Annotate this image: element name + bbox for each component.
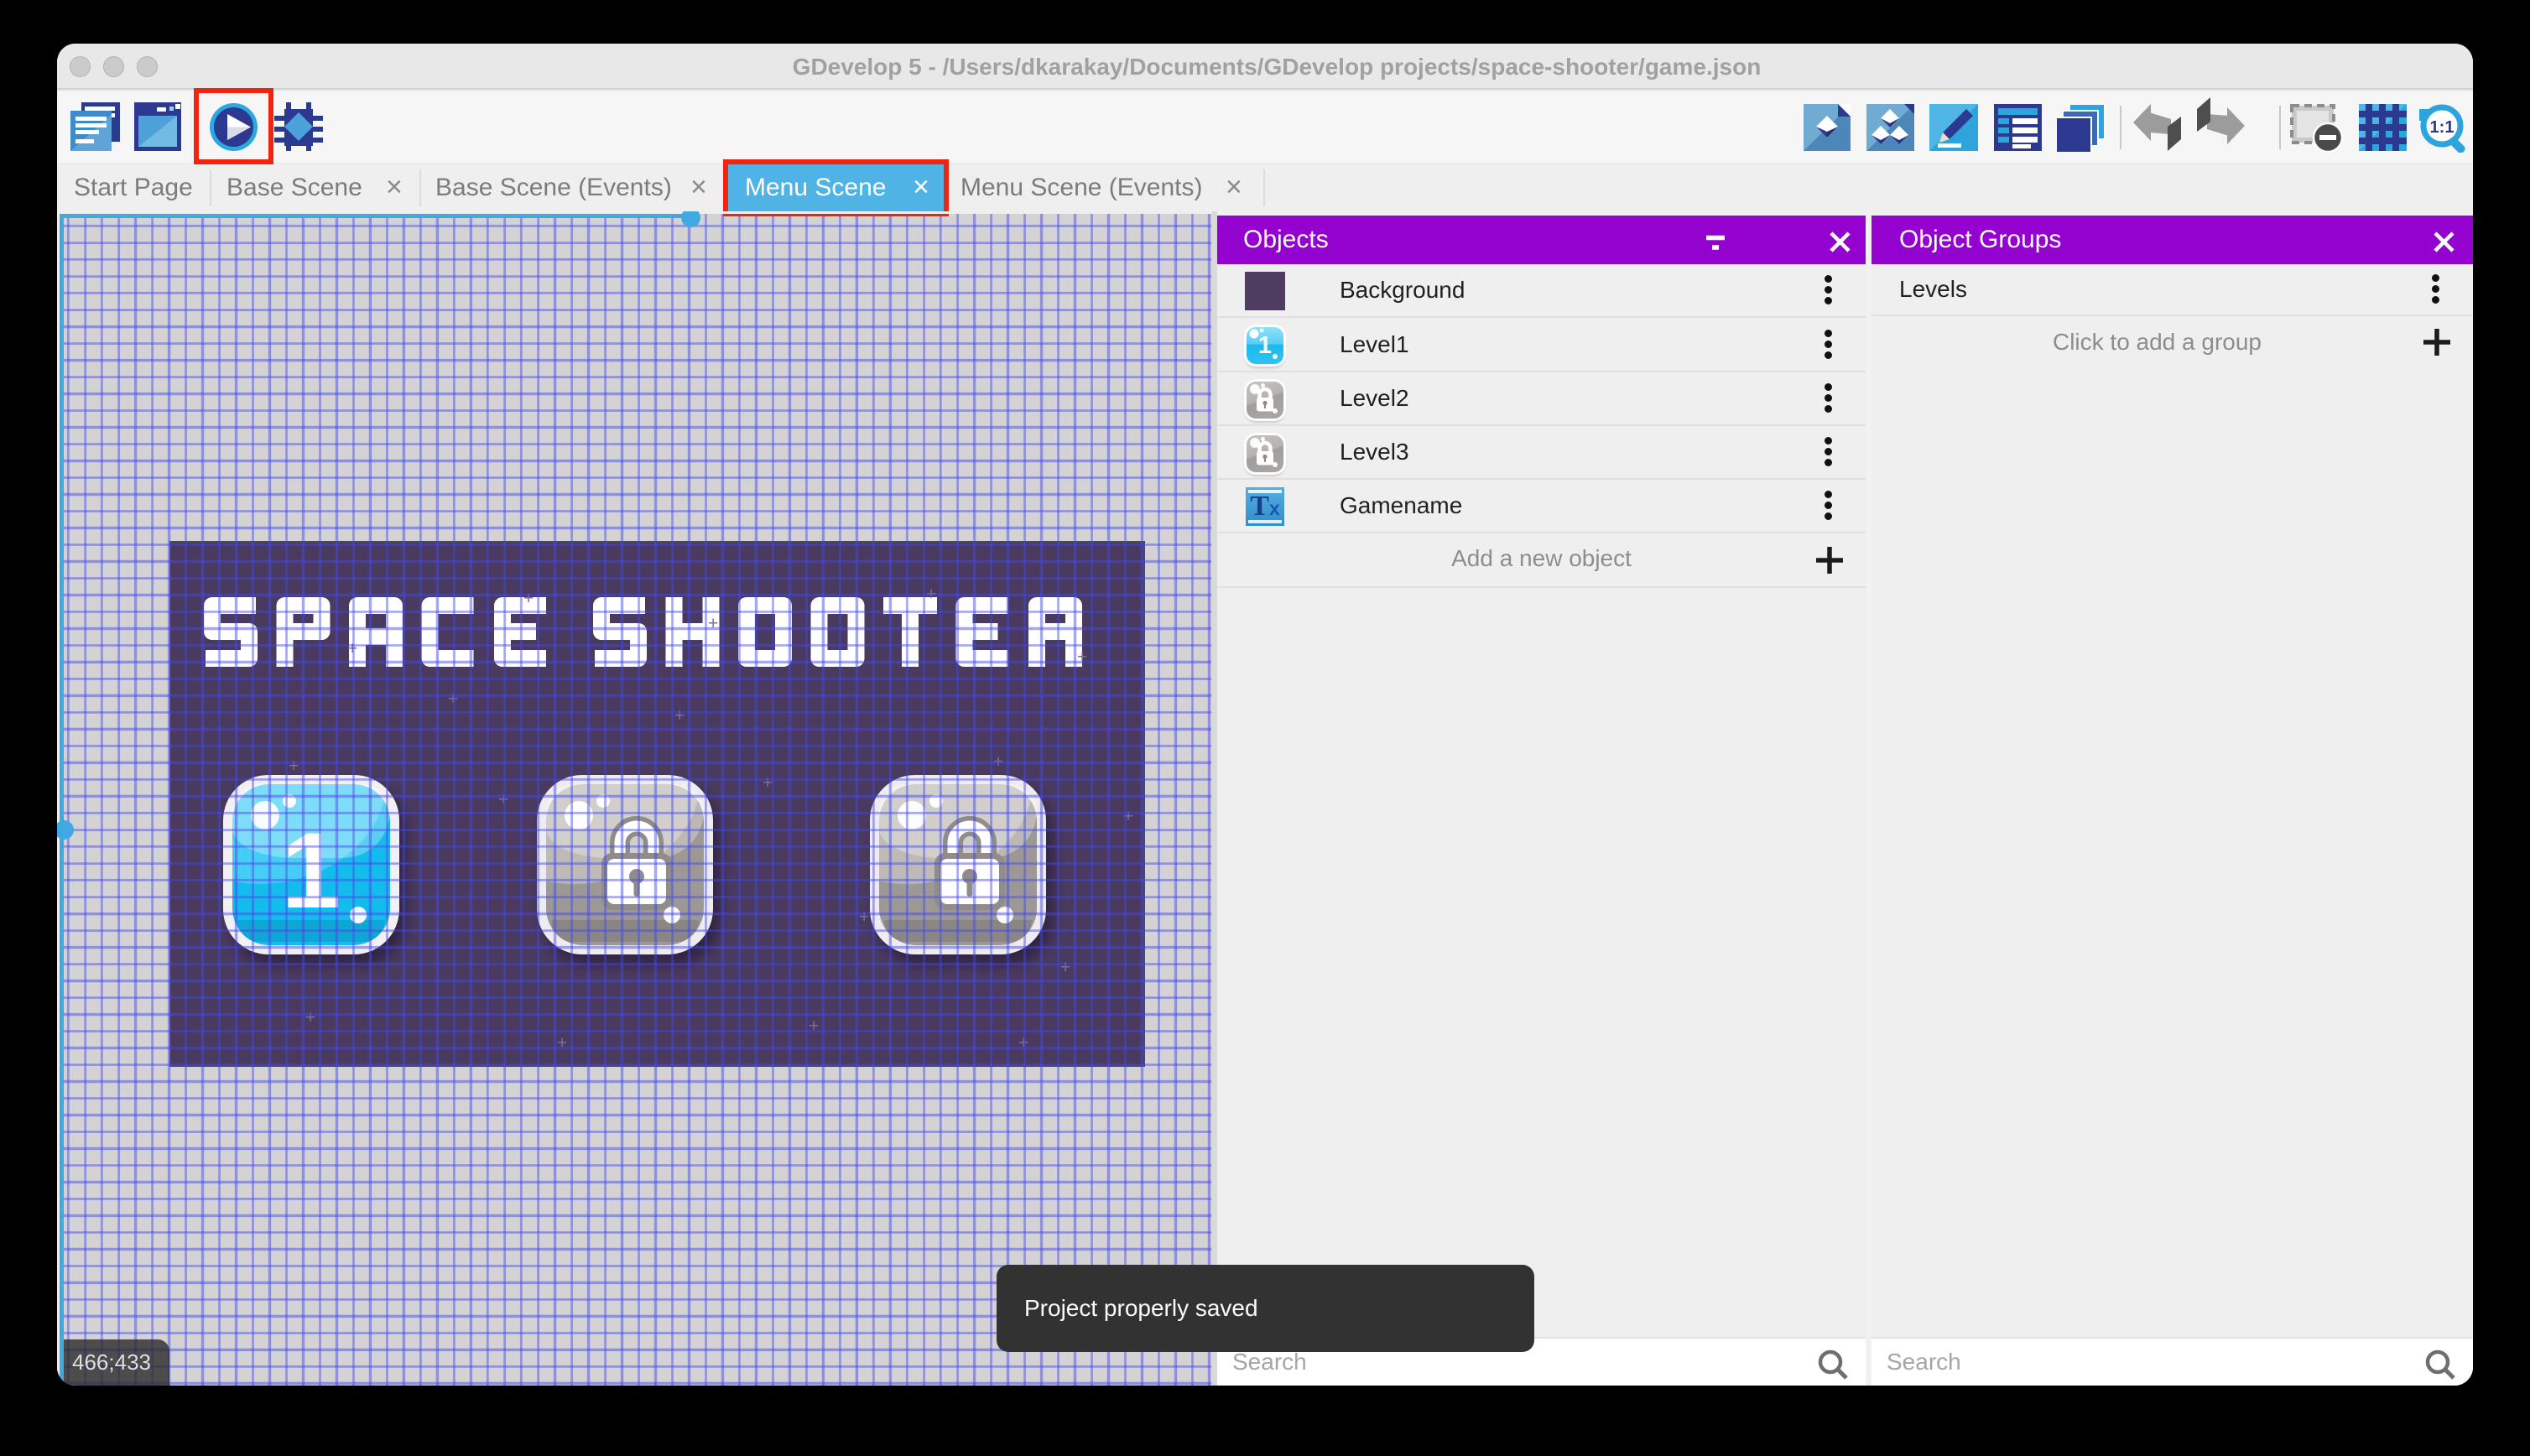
svg-text:1:1: 1:1	[2430, 118, 2455, 137]
